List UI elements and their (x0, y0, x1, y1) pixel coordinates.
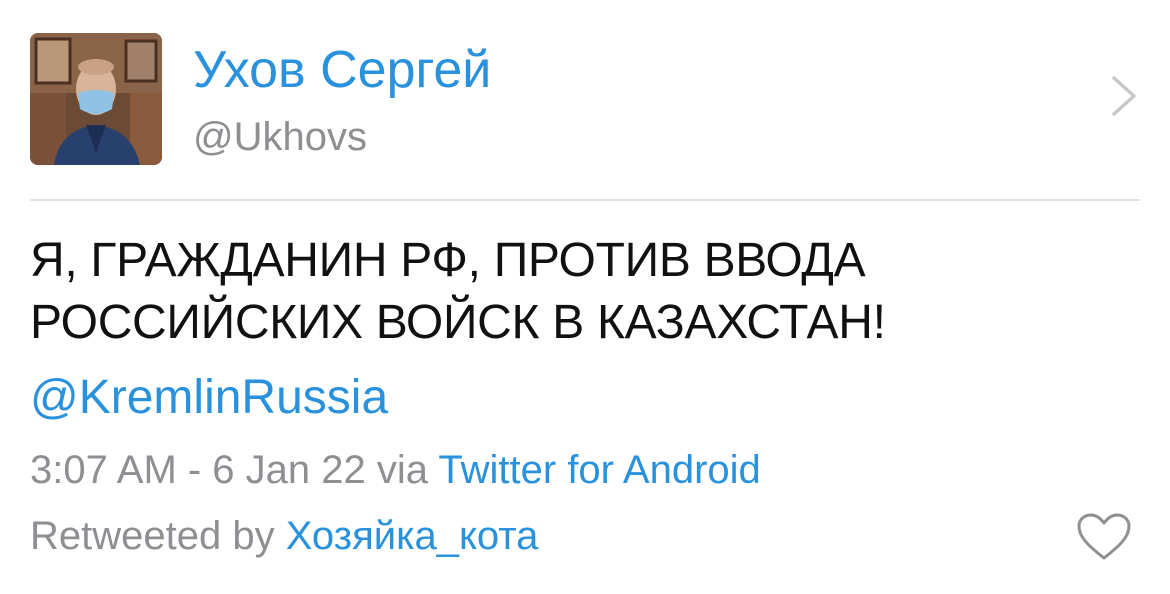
mention-link[interactable]: @KremlinRussia (30, 368, 388, 428)
tweet-text: Я, ГРАЖДАНИН РФ, ПРОТИВ ВВОДА РОССИЙСКИХ… (30, 230, 1130, 354)
tweet-timestamp: 3:07 AM - 6 Jan 22 via (30, 448, 439, 492)
user-handle[interactable]: @Ukhovs (193, 113, 367, 161)
tweet-text-line: РОССИЙСКИХ ВОЙСК В КАЗАХСТАН! (30, 296, 886, 349)
tweet-text-line: Я, ГРАЖДАНИН РФ, ПРОТИВ ВВОДА (30, 234, 866, 287)
tweet-meta: 3:07 AM - 6 Jan 22 via Twitter for Andro… (30, 446, 761, 494)
avatar[interactable] (30, 33, 162, 165)
divider (30, 199, 1140, 201)
chevron-right-icon[interactable] (1108, 72, 1142, 120)
display-name[interactable]: Ухов Сергей (193, 40, 491, 100)
avatar-photo (30, 33, 162, 165)
retweeted-by: Retweeted by Хозяйка_кота (30, 512, 538, 560)
tweet-author-header[interactable]: Ухов Сергей @Ukhovs (0, 0, 1170, 200)
retweeted-by-label: Retweeted by (30, 514, 286, 558)
heart-icon[interactable] (1076, 512, 1132, 562)
retweeter-link[interactable]: Хозяйка_кота (286, 514, 539, 558)
source-link[interactable]: Twitter for Android (438, 448, 760, 492)
